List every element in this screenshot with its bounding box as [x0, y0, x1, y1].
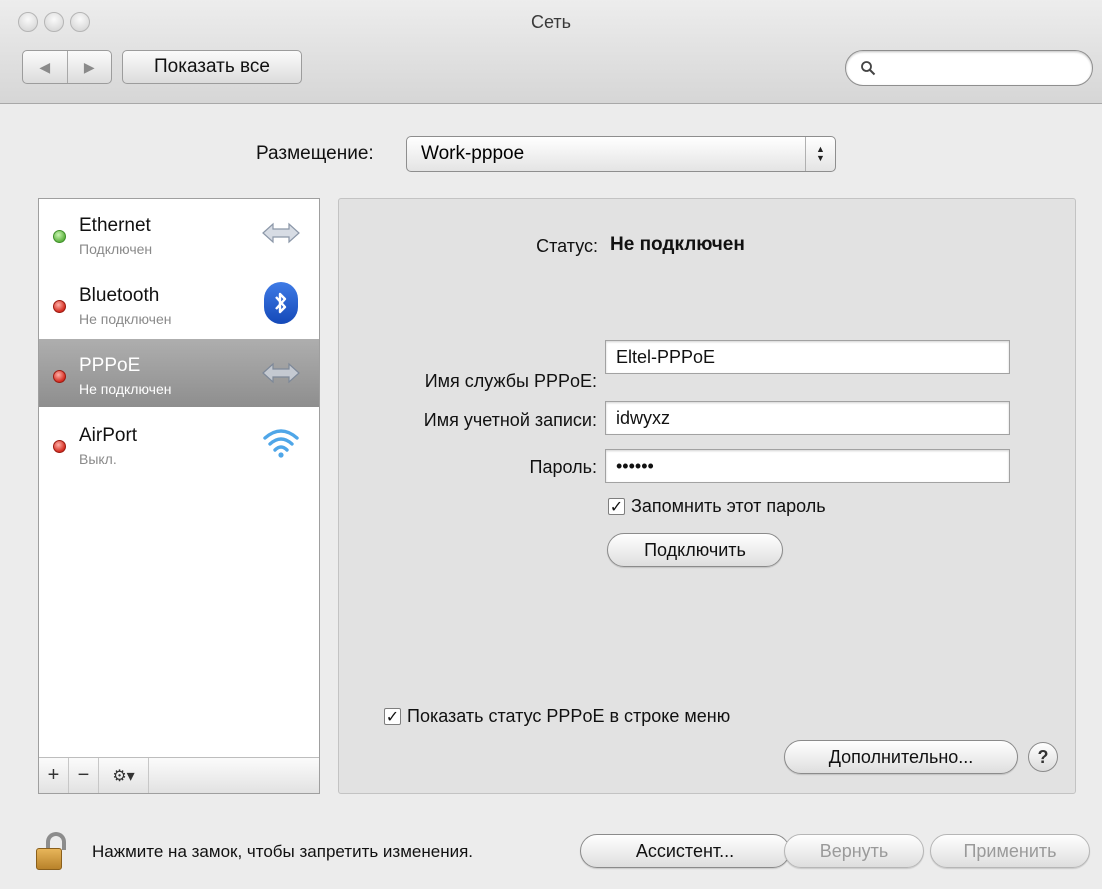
password-input[interactable] [606, 450, 1009, 482]
service-item-bluetooth[interactable]: Bluetooth Не подключен [39, 269, 319, 337]
window-title: Сеть [530, 12, 572, 32]
remember-password-label: Запомнить этот пароль [631, 496, 826, 516]
status-dot-connected-icon [53, 230, 66, 243]
search-input[interactable] [882, 59, 1092, 77]
password-field[interactable] [605, 449, 1010, 483]
service-name: AirPort [79, 425, 138, 446]
updown-arrows-icon: ▲ ▼ [805, 137, 835, 171]
ethernet-arrows-icon [261, 213, 301, 253]
service-name-input[interactable] [606, 341, 1009, 373]
help-button[interactable]: ? [1028, 742, 1058, 772]
search-icon [861, 61, 876, 76]
service-status: Не подключен [79, 381, 172, 397]
service-status: Выкл. [79, 451, 117, 467]
checkmark-icon: ✓ [384, 708, 401, 726]
connect-button[interactable]: Подключить [607, 533, 783, 567]
show-pppoe-status-checkbox[interactable]: ✓ Показать статус PPPoE в строке меню [384, 706, 730, 727]
service-status: Не подключен [79, 311, 172, 327]
assistant-button[interactable]: Ассистент... [580, 834, 790, 868]
back-button[interactable]: ◀ [23, 51, 67, 83]
service-item-airport[interactable]: AirPort Выкл. [39, 409, 319, 477]
nav-back-forward: ◀ ▶ [22, 50, 112, 84]
service-name-label: Имя службы PPPoE: [424, 371, 597, 391]
remove-service-button[interactable]: − [69, 758, 99, 793]
service-status: Подключен [79, 241, 153, 257]
service-list-controls: + − ⚙▾ [39, 757, 319, 793]
service-list[interactable]: Ethernet Подключен Bluetooth Не подключе… [38, 198, 320, 794]
status-dot-disconnected-icon [53, 370, 66, 383]
search-field[interactable] [845, 50, 1093, 86]
show-pppoe-status-label: Показать статус PPPoE в строке меню [407, 706, 731, 726]
account-name-field[interactable] [605, 401, 1010, 435]
status-dot-disconnected-icon [53, 300, 66, 313]
pppoe-arrows-icon [261, 353, 301, 393]
checkmark-icon: ✓ [608, 498, 625, 516]
account-name-label: Имя учетной записи: [423, 410, 597, 430]
account-name-input[interactable] [606, 402, 1009, 434]
location-select[interactable]: Work-pppoe ▲ ▼ [406, 136, 836, 172]
service-name: Ethernet [79, 215, 151, 236]
show-all-button[interactable]: Показать все [122, 50, 302, 84]
apply-button[interactable]: Применить [930, 834, 1090, 868]
airport-wifi-icon [261, 423, 301, 463]
service-name: PPPoE [79, 355, 141, 376]
status-value: Не подключен [610, 234, 745, 255]
back-arrow-icon: ◀ [39, 58, 51, 75]
service-name: Bluetooth [79, 285, 160, 306]
lock-icon[interactable] [36, 832, 70, 870]
revert-button[interactable]: Вернуть [784, 834, 924, 868]
status-dot-disconnected-icon [53, 440, 66, 453]
service-name-field[interactable] [605, 340, 1010, 374]
location-value: Work-pppoe [421, 143, 525, 164]
window-titlebar: Сеть ◀ ▶ Показать все [0, 0, 1102, 104]
advanced-button[interactable]: Дополнительно... [784, 740, 1018, 774]
gear-icon[interactable]: ⚙▾ [99, 758, 149, 793]
forward-button[interactable]: ▶ [66, 51, 112, 83]
status-label: Статус: [536, 236, 598, 256]
bluetooth-icon [261, 282, 301, 324]
location-label: Размещение: [256, 143, 374, 164]
service-item-pppoe[interactable]: PPPoE Не подключен [39, 339, 319, 407]
password-label: Пароль: [529, 457, 597, 477]
service-item-ethernet[interactable]: Ethernet Подключен [39, 199, 319, 267]
forward-arrow-icon: ▶ [83, 58, 95, 75]
lock-hint-text: Нажмите на замок, чтобы запретить измене… [92, 842, 474, 861]
add-service-button[interactable]: + [39, 758, 69, 793]
remember-password-checkbox[interactable]: ✓ Запомнить этот пароль [608, 496, 826, 517]
